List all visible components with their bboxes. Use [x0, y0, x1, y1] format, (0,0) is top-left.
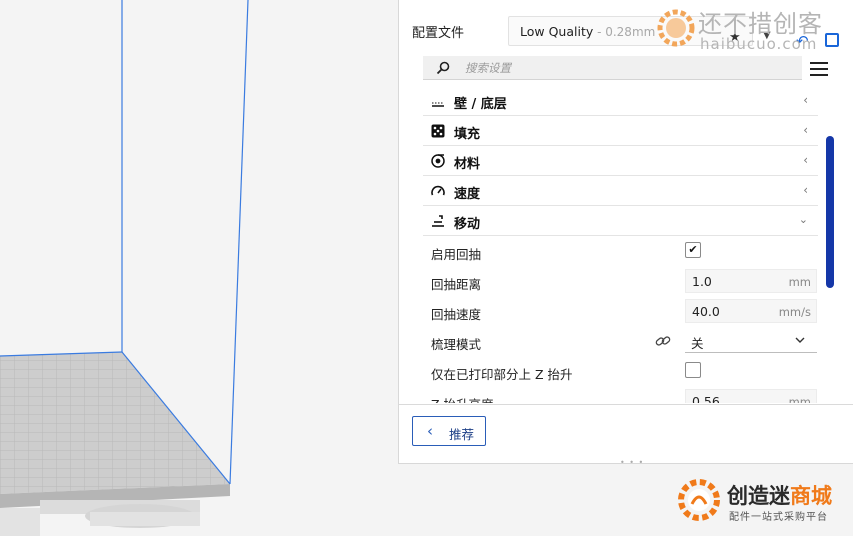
chevron-left-icon: ‹: [427, 422, 433, 440]
category-walls[interactable]: 壁 / 底层 ‹: [423, 88, 818, 116]
recommended-label: 推荐: [449, 427, 475, 442]
watermark-gear-logo: [678, 479, 720, 521]
search-input[interactable]: [465, 59, 785, 77]
setting-retraction-distance: 回抽距离 1.0 mm: [423, 266, 820, 296]
profile-name: Low Quality - 0.28mm: [520, 24, 656, 39]
watermark-bottom: 创造迷商城 配件一站式采购平台: [675, 476, 853, 528]
setting-label: 回抽距离: [431, 277, 482, 292]
link-icon[interactable]: [655, 334, 671, 348]
setting-label: Z 抬升高度: [431, 394, 494, 403]
field-value: 40.0: [692, 304, 720, 319]
recommended-mode-button[interactable]: ‹ 推荐: [412, 416, 486, 446]
chevron-left-icon: ‹: [803, 93, 808, 107]
setting-label: 启用回抽: [431, 247, 482, 262]
field-value: 0.56: [692, 394, 720, 403]
setting-label: 回抽速度: [431, 307, 482, 322]
settings-scrollbar[interactable]: [826, 136, 834, 288]
search-bar: [423, 56, 802, 80]
z-hop-height-input[interactable]: 0.56 mm: [685, 389, 817, 403]
watermark-gear-logo: [657, 9, 695, 47]
setting-combing-mode: 梳理模式 关: [423, 326, 820, 356]
retraction-enable-checkbox[interactable]: ✔: [685, 242, 701, 258]
chevron-down-icon: ⌄: [798, 213, 808, 226]
watermark-top: 还不措创客 haibucuo.com: [654, 4, 852, 53]
chevron-down-icon: [795, 337, 805, 343]
layer-height-text: - 0.28mm: [593, 25, 656, 39]
settings-visibility-menu-icon[interactable]: [810, 62, 828, 78]
infill-icon: [431, 124, 445, 138]
setting-z-hop-only-printed: 仅在已打印部分上 Z 抬升: [423, 356, 820, 386]
retraction-distance-input[interactable]: 1.0 mm: [685, 269, 817, 293]
field-unit: mm: [788, 395, 811, 403]
setting-retraction-speed: 回抽速度 40.0 mm/s: [423, 296, 820, 326]
settings-list[interactable]: 壁 / 底层 ‹ 填充 ‹ 材料 ‹ 速度 ‹ 移动 ⌄ 启用回抽 ✔ 回抽距离…: [423, 88, 820, 403]
speed-icon: [431, 185, 445, 196]
profile-label: 配置文件: [412, 26, 465, 41]
chevron-left-icon: ‹: [803, 123, 808, 137]
watermark-title: 还不措创客: [698, 10, 823, 38]
search-icon: [436, 61, 450, 75]
3d-viewport[interactable]: [0, 0, 400, 536]
setting-retraction-enable: 启用回抽 ✔: [423, 236, 820, 266]
category-label: 填充: [454, 127, 481, 142]
category-label: 壁 / 底层: [454, 97, 507, 112]
category-label: 移动: [454, 217, 481, 232]
build-volume-scene[interactable]: [0, 0, 400, 536]
travel-icon: [432, 215, 444, 227]
material-icon: [431, 154, 445, 168]
field-value: 1.0: [692, 274, 712, 289]
chevron-left-icon: ‹: [803, 183, 808, 197]
setting-label: 仅在已打印部分上 Z 抬升: [431, 367, 573, 382]
field-unit: mm: [788, 275, 811, 289]
category-label: 速度: [454, 187, 481, 202]
dropdown-value: 关: [691, 336, 704, 351]
category-material[interactable]: 材料 ‹: [423, 146, 818, 176]
watermark-domain: haibucuo.com: [700, 35, 818, 53]
layers-icon: [432, 102, 444, 107]
setting-label: 梳理模式: [431, 337, 482, 352]
category-infill[interactable]: 填充 ‹: [423, 116, 818, 146]
retraction-speed-input[interactable]: 40.0 mm/s: [685, 299, 817, 323]
category-label: 材料: [454, 157, 481, 172]
cura-window: 配置文件 Low Quality - 0.28mm ★ ▼ ↶ 搜索设置 壁 /…: [0, 0, 853, 536]
watermark-subtitle: 配件一站式采购平台: [729, 512, 828, 523]
panel-resize-handle[interactable]: • • •: [620, 458, 644, 467]
print-settings-panel: 配置文件 Low Quality - 0.28mm ★ ▼ ↶ 搜索设置 壁 /…: [398, 0, 853, 467]
z-hop-only-printed-checkbox[interactable]: [685, 362, 701, 378]
setting-z-hop-height: Z 抬升高度 0.56 mm: [423, 386, 820, 403]
combing-mode-dropdown[interactable]: 关: [685, 329, 817, 353]
divider: [399, 404, 853, 405]
watermark-title: 创造迷商城: [727, 484, 832, 508]
category-travel[interactable]: 移动 ⌄: [423, 206, 818, 236]
field-unit: mm/s: [778, 305, 811, 319]
category-speed[interactable]: 速度 ‹: [423, 176, 818, 206]
chevron-left-icon: ‹: [803, 153, 808, 167]
